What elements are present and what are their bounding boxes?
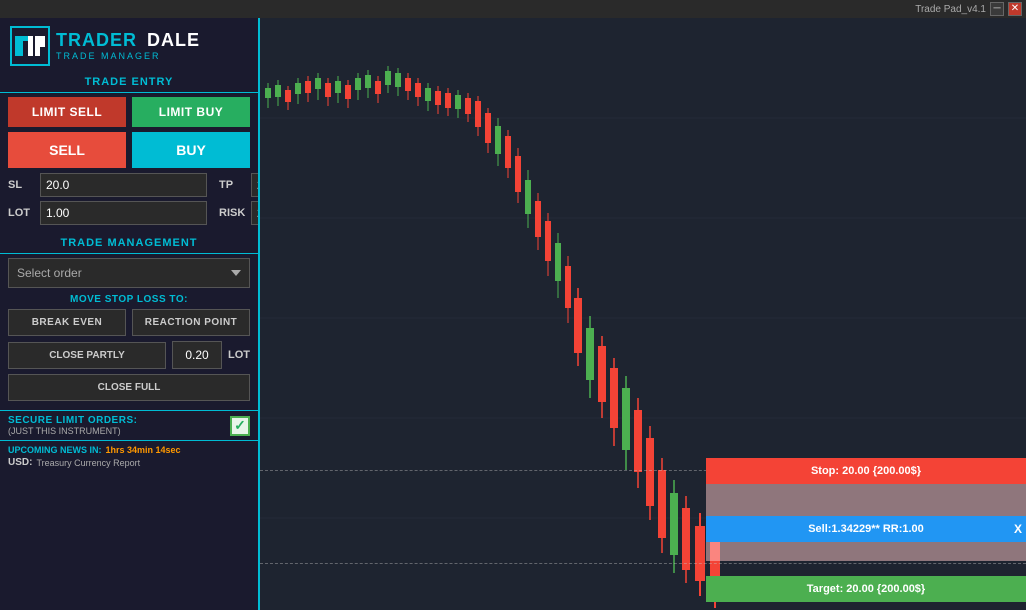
news-upcoming-row: UPCOMING NEWS IN: 1hrs 34min 14sec: [8, 445, 250, 455]
lot-sm-label: LOT: [228, 349, 250, 361]
left-panel: TRADERTRADERDALEDALE TRADE MANAGER TRADE…: [0, 18, 260, 610]
news-countdown: 1hrs 34min 14sec: [106, 445, 181, 455]
stop-level-text: Stop: 20.00 {200.00$}: [811, 465, 921, 477]
close-button[interactable]: ✕: [1008, 2, 1022, 16]
window-controls: ─ ✕: [990, 2, 1022, 16]
sell-level-text: Sell:1.34229** RR:1.00: [808, 523, 924, 535]
break-even-row: BREAK EVEN REACTION POINT: [8, 309, 250, 336]
main-content: TRADERTRADERDALEDALE TRADE MANAGER TRADE…: [0, 18, 1026, 610]
news-report-row: USD: Treasury Currency Report: [8, 457, 250, 468]
limit-sell-button[interactable]: LIMIT SELL: [8, 97, 126, 127]
risk-field-wrapper: ▲ ▼ %: [251, 201, 260, 225]
version-label: Trade Pad_v4.1: [915, 4, 986, 15]
upcoming-label: UPCOMING NEWS IN:: [8, 445, 102, 455]
lot-risk-row: LOT RISK ▲ ▼ %: [8, 201, 250, 225]
secure-sub-label: (JUST THIS INSTRUMENT): [8, 426, 226, 436]
lot-input[interactable]: [40, 201, 207, 225]
sl-input[interactable]: [40, 173, 207, 197]
title-bar: Trade Pad_v4.1 ─ ✕: [0, 0, 1026, 18]
news-currency-label: USD:: [8, 457, 32, 468]
news-area: UPCOMING NEWS IN: 1hrs 34min 14sec USD: …: [0, 440, 258, 474]
target-level: Target: 20.00 {200.00$}: [706, 576, 1026, 602]
logo-subtitle: TRADE MANAGER: [56, 51, 200, 61]
sell-level-close[interactable]: X: [1014, 522, 1022, 536]
move-stop-label: MOVE STOP LOSS TO:: [8, 294, 250, 305]
logo-icon: [10, 26, 50, 66]
limit-buy-button[interactable]: LIMIT BUY: [132, 97, 250, 127]
secure-text: SECURE LIMIT ORDERS: (JUST THIS INSTRUME…: [8, 415, 226, 436]
close-partly-button[interactable]: CLOSE PARTLY: [8, 342, 166, 369]
risk-label: RISK: [219, 207, 247, 219]
secure-orders-checkbox[interactable]: [230, 416, 250, 436]
reaction-point-button[interactable]: REACTION POINT: [132, 309, 250, 336]
risk-input[interactable]: [251, 201, 260, 225]
lot-label: LOT: [8, 207, 36, 219]
close-lot-input[interactable]: [172, 341, 222, 369]
target-level-text: Target: 20.00 {200.00$}: [807, 583, 925, 595]
tp-label: TP: [219, 179, 247, 191]
trade-entry-header: TRADE ENTRY: [0, 72, 258, 92]
break-even-button[interactable]: BREAK EVEN: [8, 309, 126, 336]
td-prefix: TRADER: [56, 30, 137, 50]
buy-button[interactable]: BUY: [132, 132, 250, 168]
sl-label: SL: [8, 179, 36, 191]
limit-buttons-row: LIMIT SELL LIMIT BUY: [8, 97, 250, 127]
target-dashed-line: [260, 563, 1026, 564]
brand-name: TRADERTRADERDALEDALE: [56, 31, 200, 51]
trade-mgmt-header: TRADE MANAGEMENT: [0, 233, 258, 253]
tp-input[interactable]: [251, 173, 260, 197]
stop-level: Stop: 20.00 {200.00$}: [706, 458, 1026, 484]
sell-button[interactable]: SELL: [8, 132, 126, 168]
news-report-label: Treasury Currency Report: [36, 458, 140, 468]
close-partly-row: CLOSE PARTLY LOT: [8, 341, 250, 369]
select-order-dropdown[interactable]: Select order: [8, 258, 250, 288]
chart-area: Stop: 20.00 {200.00$} Sell:1.34229** RR:…: [260, 18, 1026, 610]
secure-main-label: SECURE LIMIT ORDERS:: [8, 415, 226, 426]
sl-tp-row: SL TP: [8, 173, 250, 197]
trade-mgmt-section: Select order MOVE STOP LOSS TO: BREAK EV…: [0, 253, 258, 410]
sell-buy-row: SELL BUY: [8, 132, 250, 168]
trade-entry-section: LIMIT SELL LIMIT BUY SELL BUY SL TP LOT …: [0, 92, 258, 233]
logo-area: TRADERTRADERDALEDALE TRADE MANAGER: [0, 18, 258, 72]
sell-level: Sell:1.34229** RR:1.00 X: [706, 516, 1026, 542]
secure-orders-section: SECURE LIMIT ORDERS: (JUST THIS INSTRUME…: [0, 410, 258, 440]
minimize-button[interactable]: ─: [990, 2, 1004, 16]
logo-text: TRADERTRADERDALEDALE TRADE MANAGER: [56, 31, 200, 61]
close-full-button[interactable]: CLOSE FULL: [8, 374, 250, 401]
